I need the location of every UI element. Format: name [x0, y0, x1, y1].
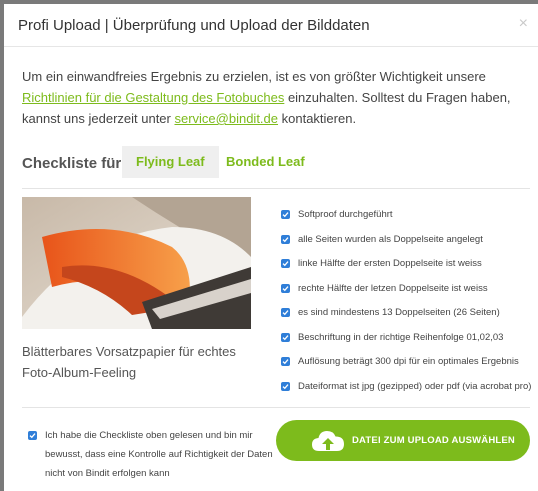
confirm-checkbox-row[interactable]: Ich habe die Checkliste oben gelesen und… — [28, 426, 278, 483]
checkbox-checked-icon[interactable] — [281, 259, 290, 268]
intro-text: Um ein einwandfreies Ergebnis zu erziele… — [22, 66, 530, 129]
checkbox-checked-icon[interactable] — [281, 357, 290, 366]
upload-button-label: DATEI ZUM UPLOAD AUSWÄHLEN — [352, 435, 515, 446]
checklist-item[interactable]: linke Hälfte der ersten Doppelseite ist … — [281, 256, 531, 281]
checklist-item-label: linke Hälfte der ersten Doppelseite ist … — [298, 258, 482, 269]
checklist-item[interactable]: Dateiformat ist jpg (gezipped) oder pdf … — [281, 379, 531, 404]
product-caption: Blätterbares Vorsatzpapier für echtes Fo… — [22, 344, 236, 380]
confirm-label: Ich habe die Checkliste oben gelesen und… — [45, 430, 273, 479]
close-icon[interactable]: × — [519, 16, 528, 32]
guidelines-link[interactable]: Richtlinien für die Gestaltung des Fotob… — [22, 90, 284, 105]
email-link[interactable]: service@bindit.de — [174, 111, 278, 126]
checklist-item[interactable]: es sind mindestens 13 Doppelseiten (26 S… — [281, 305, 531, 330]
tab-bonded-leaf[interactable]: Bonded Leaf — [212, 146, 319, 178]
checklist-item-label: Dateiformat ist jpg (gezipped) oder pdf … — [298, 380, 532, 392]
upload-dialog: Profi Upload | Überprüfung und Upload de… — [4, 4, 538, 491]
checklist-item[interactable]: rechte Hälfte der letzen Doppelseite ist… — [281, 281, 531, 306]
cloud-upload-icon — [311, 429, 345, 458]
checkbox-checked-icon[interactable] — [281, 283, 290, 293]
product-image — [22, 197, 251, 329]
dialog-header: Profi Upload | Überprüfung und Upload de… — [4, 4, 538, 47]
checklist-item[interactable]: alle Seiten wurden als Doppelseite angel… — [281, 232, 531, 257]
dialog-title: Profi Upload | Überprüfung und Upload de… — [18, 17, 370, 34]
checkbox-checked-icon[interactable] — [281, 381, 290, 391]
checklist-item-label: Softproof durchgeführt — [298, 209, 393, 220]
checklist-item-label: alle Seiten wurden als Doppelseite angel… — [298, 233, 483, 245]
checklist-item-label: Beschriftung in der richtige Reihenfolge… — [298, 331, 504, 343]
checkbox-checked-icon[interactable] — [281, 210, 290, 219]
upload-file-button[interactable]: DATEI ZUM UPLOAD AUSWÄHLEN — [276, 420, 530, 461]
checkbox-checked-icon[interactable] — [281, 332, 290, 342]
checklist-label: Checkliste für — [22, 155, 122, 172]
checklist-item[interactable]: Beschriftung in der richtige Reihenfolge… — [281, 330, 531, 355]
intro-text-part: Um ein einwandfreies Ergebnis zu erziele… — [22, 69, 486, 84]
checkbox-checked-icon[interactable] — [281, 308, 290, 317]
checklist-item-label: rechte Hälfte der letzen Doppelseite ist… — [298, 282, 488, 294]
checkbox-checked-icon[interactable] — [28, 431, 37, 440]
checklist-item[interactable]: Softproof durchgeführt — [281, 207, 531, 232]
divider — [22, 407, 530, 408]
checklist-tabs: Checkliste für Flying Leaf Bonded Leaf — [22, 146, 530, 180]
divider — [22, 188, 530, 189]
checklist-item[interactable]: Auflösung beträgt 300 dpi für ein optima… — [281, 354, 531, 379]
checklist-item-label: es sind mindestens 13 Doppelseiten (26 S… — [298, 307, 500, 318]
checklist-item-label: Auflösung beträgt 300 dpi für ein optima… — [298, 356, 519, 367]
tab-flying-leaf[interactable]: Flying Leaf — [122, 146, 219, 178]
checklist: Softproof durchgeführt alle Seiten wurde… — [281, 207, 531, 403]
intro-text-part: kontaktieren. — [278, 111, 357, 126]
checkbox-checked-icon[interactable] — [281, 234, 290, 244]
